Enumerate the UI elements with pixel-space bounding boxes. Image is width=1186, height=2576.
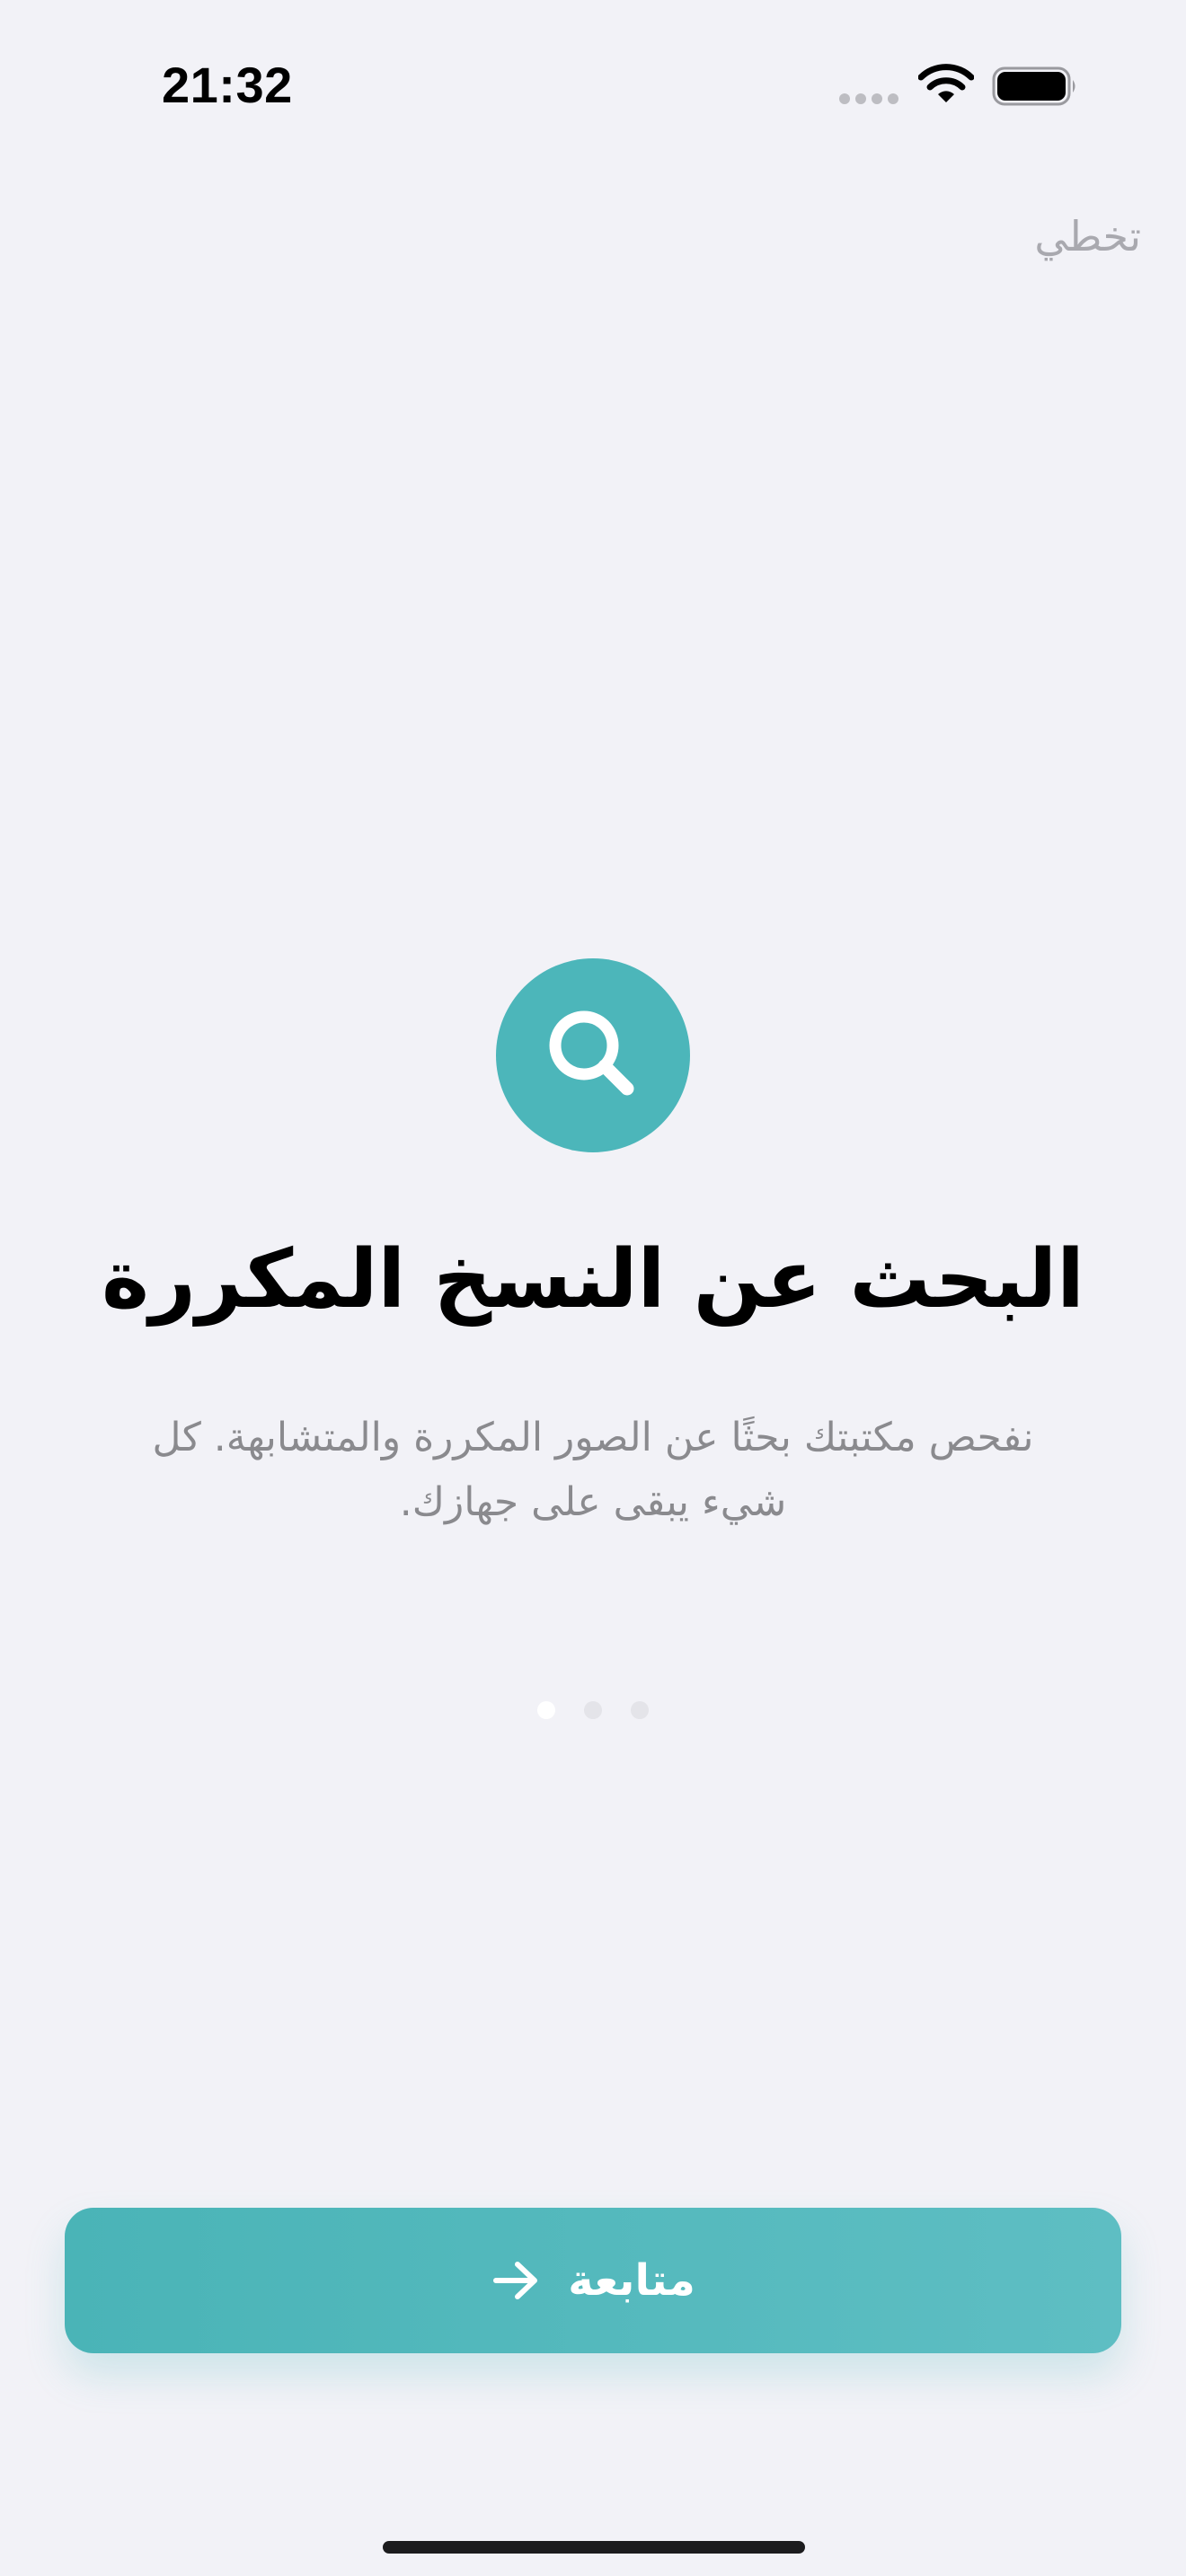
page-dot-1[interactable] xyxy=(537,1701,555,1719)
page-indicator[interactable] xyxy=(0,1701,1186,1719)
status-time: 21:32 xyxy=(162,57,293,113)
battery-icon xyxy=(992,66,1075,106)
continue-button[interactable]: متابعة xyxy=(65,2208,1121,2353)
page-dot-3[interactable] xyxy=(631,1701,649,1719)
continue-label: متابعة xyxy=(568,2255,695,2306)
onboarding-description: نفحص مكتبتك بحثًا عن الصور المكررة والمت… xyxy=(152,1415,1034,1525)
skip-button[interactable]: تخطي xyxy=(1034,212,1141,260)
magnifying-glass-icon xyxy=(496,958,690,1152)
wifi-icon xyxy=(918,64,974,102)
home-indicator[interactable] xyxy=(383,2541,805,2554)
arrow-right-icon xyxy=(493,2262,538,2299)
onboarding-title: البحث عن النسخ المكررة xyxy=(101,1232,1085,1327)
status-bar: 21:32 xyxy=(0,0,1186,180)
page-dot-2[interactable] xyxy=(584,1701,602,1719)
cellular-signal-icon xyxy=(839,93,898,104)
